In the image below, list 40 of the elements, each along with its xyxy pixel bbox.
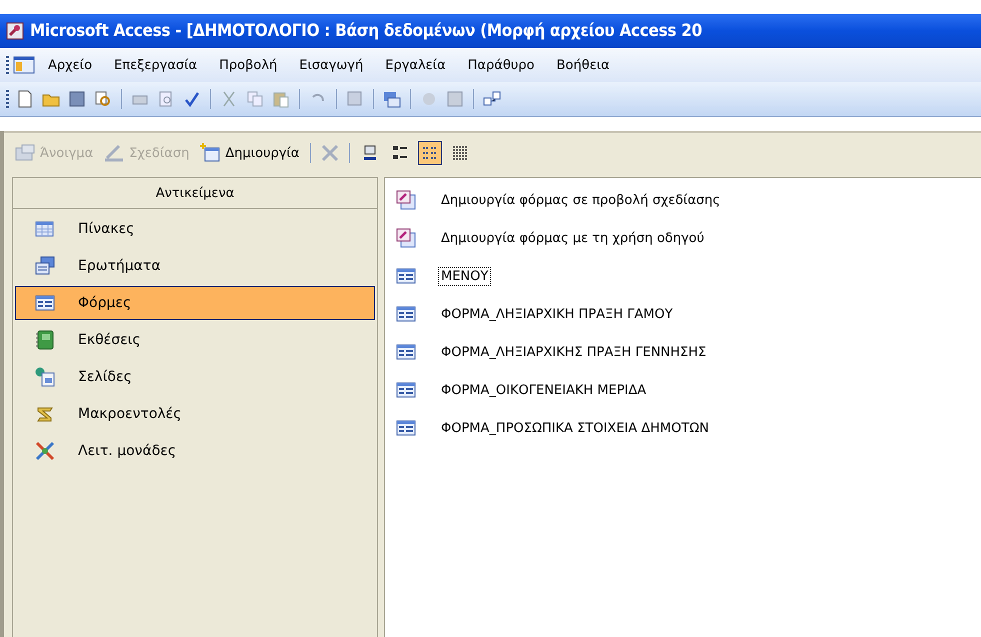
menu-item[interactable]: Αρχείο (39, 54, 102, 76)
toolbar-button[interactable]: Δημιουργία (197, 140, 302, 166)
sidebar-item[interactable]: Εκθέσεις (15, 323, 375, 357)
view-button[interactable] (418, 141, 442, 165)
sidebar-item[interactable]: Πίνακες (15, 212, 375, 246)
menu-item[interactable]: Προβολή (210, 54, 286, 76)
magnifier-icon[interactable] (93, 89, 113, 109)
view-icon (362, 145, 378, 161)
wizard-icon (395, 189, 417, 211)
list-item[interactable]: Δημιουργία φόρμας σε προβολή σχεδίασης (439, 192, 722, 208)
new-form-icon (199, 142, 222, 164)
ruler-pencil-icon (103, 142, 126, 164)
list-item[interactable]: Δημιουργία φόρμας με τη χρήση οδηγού (439, 230, 706, 246)
menu-item[interactable]: Βοήθεια (548, 54, 619, 76)
window-title: Microsoft Access - [ΔΗΜΟΤΟΛΟΓΙΟ : Βάση δεδομένων (Μορφή αρχείου Access 20 (30, 21, 702, 41)
sidebar-item[interactable]: Ερωτήματα (15, 249, 375, 283)
list-item[interactable]: ΦΟΡΜΑ_ΛΗΞΙΑΡΧΙΚΗΣ ΠΡΑΞΗ ΓΕΝΝΗΣΗΣ (439, 344, 708, 360)
query-icon (34, 255, 56, 277)
key-icon (6, 22, 24, 40)
report-icon (34, 329, 56, 351)
sidebar-item[interactable]: Φόρμες (15, 286, 375, 320)
list-item[interactable]: ΦΟΡΜΑ_ΠΡΟΣΩΠΙΚΑ ΣΤΟΙΧΕΙΑ ΔΗΜΟΤΩΝ (439, 420, 711, 436)
menu-item[interactable]: Παράθυρο (458, 54, 544, 76)
view-icon (392, 145, 408, 161)
sidebar-item[interactable]: Λειτ. μονάδες (15, 434, 375, 468)
page-icon (34, 366, 56, 388)
sidebar-item[interactable]: Μακροεντολές (15, 397, 375, 431)
list-item[interactable]: ΦΟΡΜΑ_ΟΙΚΟΓΕΝΕΙΑΚΗ ΜΕΡΙΔΑ (439, 382, 648, 398)
sidebar-item[interactable]: Σελίδες (15, 360, 375, 394)
list-item[interactable]: ΦΟΡΜΑ_ΛΗΞΙΑΡΧΙΚΗ ΠΡΑΞΗ ΓΑΜΟΥ (439, 306, 675, 322)
menu-item[interactable]: Εργαλεία (376, 54, 455, 76)
database-window-icon[interactable] (13, 55, 35, 75)
view-icon (452, 145, 468, 161)
list-item[interactable]: ΜΕΝΟΥ (439, 268, 490, 284)
menu-item[interactable]: Εισαγωγή (290, 54, 372, 76)
save-icon[interactable] (67, 89, 87, 109)
view-icon (422, 145, 438, 161)
wizard-icon (395, 227, 417, 249)
objects-header: Αντικείμενα (13, 178, 377, 209)
menu-item[interactable]: Επεξεργασία (105, 54, 206, 76)
